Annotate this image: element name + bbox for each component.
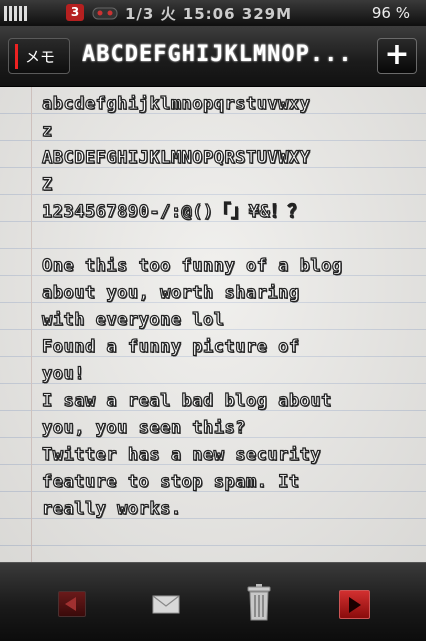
back-button[interactable]: メモ xyxy=(8,38,70,74)
back-button-accent xyxy=(15,44,18,69)
note-line: Z xyxy=(41,174,53,195)
previous-arrow-icon xyxy=(65,597,76,611)
battery-percent: 96 % xyxy=(371,4,410,22)
add-note-button[interactable]: + xyxy=(377,38,417,74)
note-line: z xyxy=(41,120,53,141)
page-title: ABCDEFGHIJKLMNOP... xyxy=(82,42,353,67)
gamepad-icon xyxy=(92,7,118,20)
notification-badge: 3 xyxy=(66,4,84,21)
note-line: abcdefghijklmnopqrstuvwxy xyxy=(41,93,311,114)
note-line: 1234567890-/:@()「」¥&！？ xyxy=(41,201,306,222)
next-note-button[interactable] xyxy=(339,590,370,619)
note-line: really works. xyxy=(41,498,182,519)
status-clock: 1/3 火 15:06 329M xyxy=(125,5,293,23)
note-line: you! xyxy=(41,363,85,384)
note-text[interactable]: abcdefghijklmnopqrstuvwxy z ABCDEFGHIJKL… xyxy=(41,91,402,523)
next-arrow-icon xyxy=(349,597,361,613)
note-line xyxy=(42,226,402,253)
note-line: Twitter has a new security xyxy=(41,444,322,465)
navigation-bar: メモ ABCDEFGHIJKLMNOP... + xyxy=(0,26,426,87)
status-bar: 3 1/3 火 15:06 329M 96 % xyxy=(0,0,426,26)
note-line: I saw a real bad blog about xyxy=(41,390,332,411)
note-line: you, you seen this? xyxy=(41,417,246,438)
note-line: with everyone lol xyxy=(41,309,225,330)
note-editor[interactable]: abcdefghijklmnopqrstuvwxy z ABCDEFGHIJKL… xyxy=(0,87,426,562)
previous-note-button[interactable] xyxy=(58,591,86,617)
bottom-toolbar xyxy=(0,562,426,641)
note-line: One this too funny of a blog xyxy=(41,255,343,276)
note-line: feature to stop spam. It xyxy=(41,471,300,492)
note-line: ABCDEFGHIJKLMNOPQRSTUVWXY xyxy=(41,147,311,168)
trash-can-icon[interactable] xyxy=(247,583,271,621)
note-line: about you, worth sharing xyxy=(41,282,300,303)
back-button-label: メモ xyxy=(25,48,56,66)
plus-icon: + xyxy=(384,37,410,72)
note-line: Found a funny picture of xyxy=(41,336,300,357)
signal-bars-icon xyxy=(4,5,28,21)
mail-envelope-icon[interactable] xyxy=(152,595,180,614)
